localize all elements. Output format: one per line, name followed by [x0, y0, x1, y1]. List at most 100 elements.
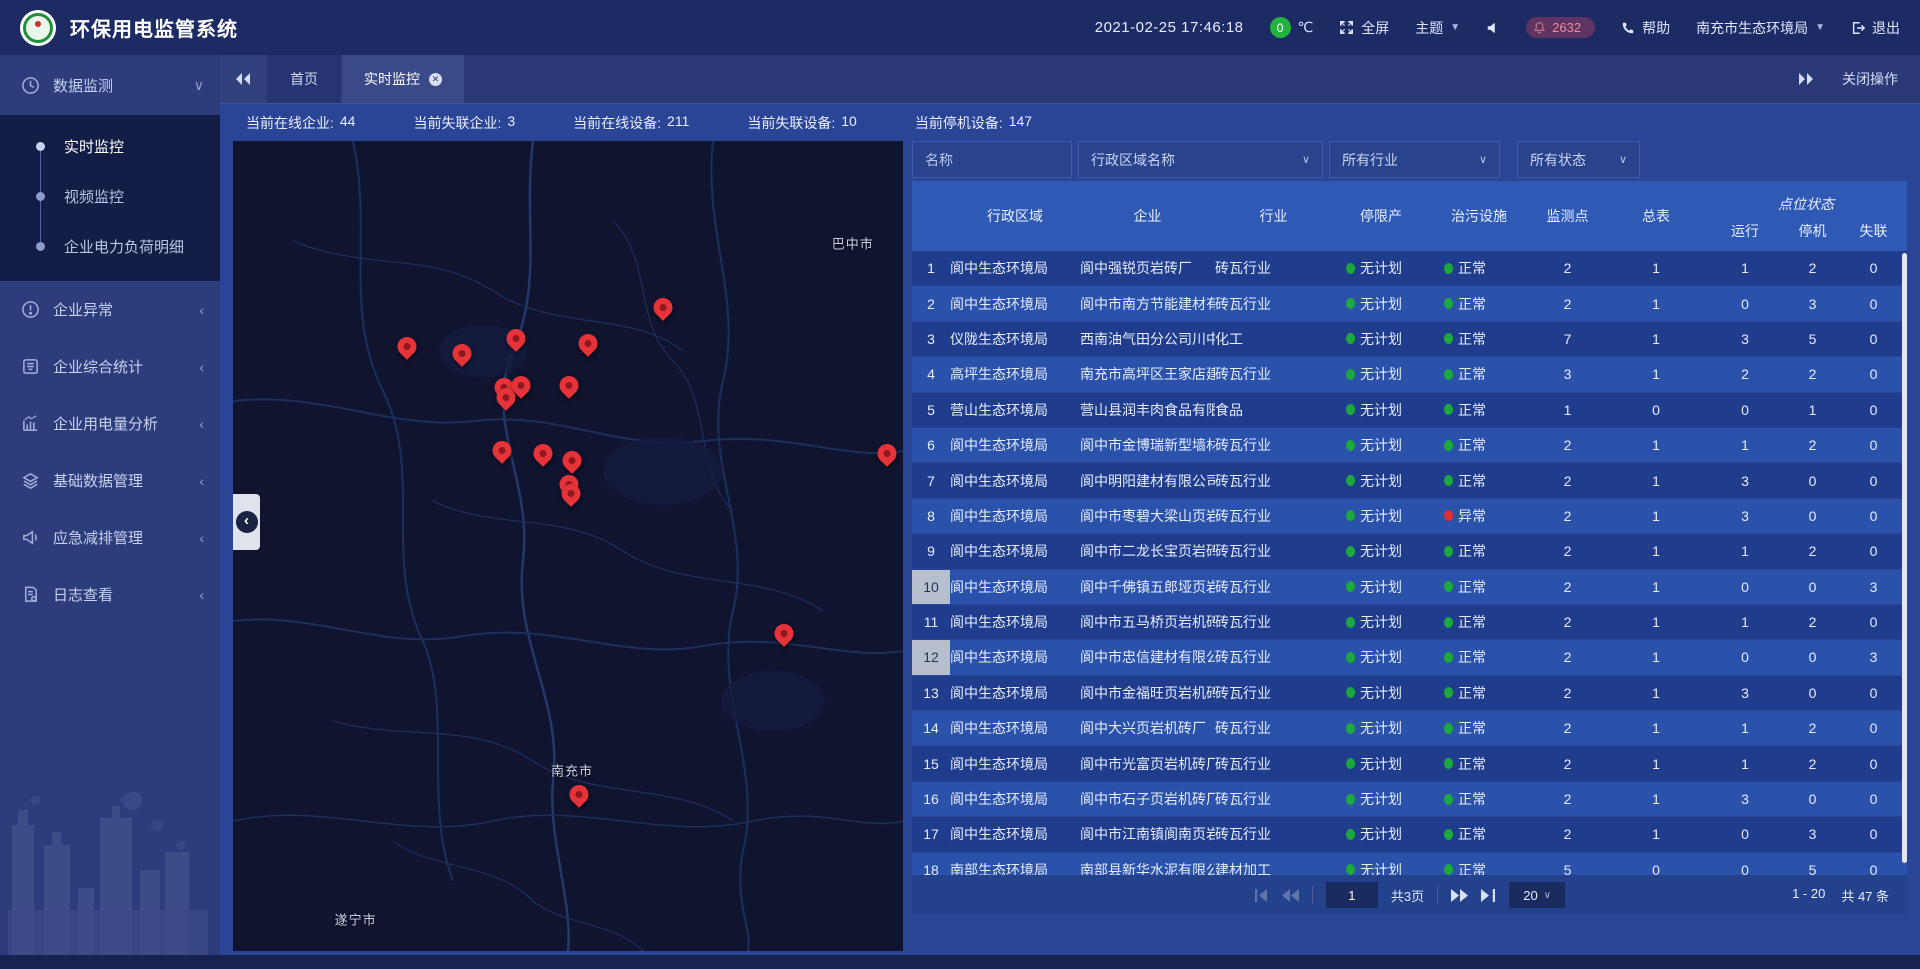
- cell-offline: 0: [1840, 260, 1907, 276]
- sound-button[interactable]: [1486, 21, 1500, 35]
- table-row[interactable]: 15阆中生态环境局阆中市光富页岩机砖厂砖瓦行业无计划正常21120: [912, 746, 1907, 781]
- status-green-dot: [1346, 794, 1355, 805]
- table-row[interactable]: 9阆中生态环境局阆中市二龙长宝页岩砖砖瓦行业无计划正常21120: [912, 534, 1907, 569]
- last-page-button[interactable]: [1481, 889, 1496, 902]
- status-green-dot: [1346, 652, 1355, 663]
- table-header: 行政区域 企业 行业 停限产 治污设施 监测点 总表 点位状态 运行 停机 失联: [912, 181, 1907, 251]
- double-chevron-right-icon[interactable]: [1798, 72, 1814, 86]
- exit-icon: [1851, 21, 1865, 35]
- logout-button[interactable]: 退出: [1851, 18, 1900, 38]
- close-operations-button[interactable]: 关闭操作: [1842, 69, 1898, 89]
- cell-run: 0: [1705, 862, 1785, 875]
- status-green-dot: [1346, 404, 1355, 415]
- cell-facility-status: 正常: [1430, 541, 1528, 561]
- cell-company: 阆中大兴页岩机砖厂: [1080, 718, 1215, 738]
- table-row[interactable]: 10阆中生态环境局阆中千佛镇五郎垭页岩砖瓦行业无计划正常21003: [912, 570, 1907, 605]
- table-row[interactable]: 5营山生态环境局营山县润丰肉食品有限食品无计划正常10010: [912, 393, 1907, 428]
- megaphone-icon: [21, 528, 40, 547]
- stat-value: 44: [340, 113, 356, 133]
- cell-meters: 1: [1607, 543, 1705, 559]
- table-row[interactable]: 6阆中生态环境局阆中市金博瑞新型墙材砖瓦行业无计划正常21120: [912, 428, 1907, 463]
- cell-index: 15: [912, 746, 950, 780]
- sidebar-subitem-企业电力负荷明细[interactable]: 企业电力负荷明细: [0, 221, 220, 271]
- cell-index: 11: [912, 605, 950, 639]
- app-logo-icon: [20, 10, 56, 46]
- sidebar-item-企业用电量分析[interactable]: 企业用电量分析‹: [0, 395, 220, 452]
- table-row[interactable]: 12阆中生态环境局阆中市忠信建材有限公砖瓦行业无计划正常21003: [912, 640, 1907, 675]
- tab-首页[interactable]: 首页: [268, 55, 340, 103]
- map[interactable]: ‹ 巴中市南充市遂宁市: [233, 141, 903, 951]
- cell-facility-status: 正常: [1430, 647, 1528, 667]
- fullscreen-button[interactable]: 全屏: [1339, 18, 1389, 38]
- sidebar-item-基础数据管理[interactable]: 基础数据管理‹: [0, 452, 220, 509]
- cell-district: 营山生态环境局: [950, 400, 1080, 420]
- table-row[interactable]: 7阆中生态环境局阆中明阳建材有限公司砖瓦行业无计划正常21300: [912, 463, 1907, 498]
- status-green-dot: [1346, 333, 1355, 344]
- stat-item: 当前停机设备:147: [915, 113, 1032, 133]
- table-row[interactable]: 13阆中生态环境局阆中市金福旺页岩机砖砖瓦行业无计划正常21300: [912, 676, 1907, 711]
- cell-run: 3: [1705, 791, 1785, 807]
- sidebar-item-企业异常[interactable]: 企业异常‹: [0, 281, 220, 338]
- notification-badge[interactable]: 2632: [1526, 17, 1595, 38]
- cell-production-status: 无计划: [1332, 435, 1430, 455]
- temperature-badge: 0: [1270, 17, 1291, 38]
- table-row[interactable]: 4高坪生态环境局南充市高坪区王家店建砖瓦行业无计划正常31220: [912, 357, 1907, 392]
- chevron-down-icon: ▼: [1815, 22, 1825, 33]
- next-page-button[interactable]: [1451, 889, 1468, 902]
- cell-district: 阆中生态环境局: [950, 506, 1080, 526]
- sidebar-item-应急减排管理[interactable]: 应急减排管理‹: [0, 509, 220, 566]
- cell-industry: 砖瓦行业: [1215, 824, 1332, 844]
- cell-points: 7: [1528, 331, 1607, 347]
- tab-bar: 首页 实时监控 ✕ 关闭操作: [220, 55, 1920, 104]
- table-row[interactable]: 8阆中生态环境局阆中市枣碧大梁山页岩砖瓦行业无计划异常21300: [912, 499, 1907, 534]
- pagination-bar: 共3页 20 ∨ 1 - 20: [912, 875, 1907, 915]
- first-page-button[interactable]: [1254, 889, 1269, 902]
- map-collapse-button[interactable]: ‹: [233, 494, 260, 550]
- cell-district: 阆中生态环境局: [950, 435, 1080, 455]
- region-select[interactable]: 行政区域名称 ∨: [1078, 141, 1323, 178]
- sidebar-submenu: 实时监控视频监控企业电力负荷明细: [0, 115, 220, 281]
- cell-meters: 1: [1607, 508, 1705, 524]
- cell-index: 13: [912, 676, 950, 710]
- theme-dropdown[interactable]: 主题 ▼: [1415, 18, 1460, 38]
- cell-industry: 砖瓦行业: [1215, 647, 1332, 667]
- page-size-select[interactable]: 20 ∨: [1509, 882, 1565, 908]
- table-row[interactable]: 11阆中生态环境局阆中市五马桥页岩机砖砖瓦行业无计划正常21120: [912, 605, 1907, 640]
- cell-industry: 砖瓦行业: [1215, 506, 1332, 526]
- sidebar-subitem-实时监控[interactable]: 实时监控: [0, 121, 220, 171]
- table-row[interactable]: 18南部生态环境局南部县新华水泥有限公建材加工无计划正常50050: [912, 853, 1907, 875]
- industry-select[interactable]: 所有行业 ∨: [1329, 141, 1500, 178]
- cell-points: 2: [1528, 649, 1607, 665]
- tabs-scroll-left-button[interactable]: [220, 55, 266, 103]
- cell-run: 3: [1705, 331, 1785, 347]
- cell-run: 1: [1705, 437, 1785, 453]
- sidebar-item-数据监测[interactable]: 数据监测∨: [0, 55, 220, 115]
- table-row[interactable]: 2阆中生态环境局阆中市南方节能建材有砖瓦行业无计划正常21030: [912, 286, 1907, 321]
- cell-industry: 砖瓦行业: [1215, 577, 1332, 597]
- help-button[interactable]: 帮助: [1621, 18, 1670, 38]
- col-group-point-status: 点位状态: [1705, 181, 1907, 216]
- cell-production-status: 无计划: [1332, 364, 1430, 384]
- sidebar-item-日志查看[interactable]: 日志查看‹: [0, 566, 220, 623]
- tab-label: 实时监控: [364, 69, 420, 89]
- table-row[interactable]: 16阆中生态环境局阆中市石子页岩机砖厂砖瓦行业无计划正常21300: [912, 782, 1907, 817]
- organization-dropdown[interactable]: 南充市生态环境局 ▼: [1696, 18, 1825, 38]
- table-row[interactable]: 1阆中生态环境局阆中强锐页岩砖厂砖瓦行业无计划正常21120: [912, 251, 1907, 286]
- sidebar-item-企业综合统计[interactable]: 企业综合统计‹: [0, 338, 220, 395]
- cell-facility-status: 正常: [1430, 789, 1528, 809]
- page-number-input[interactable]: [1326, 882, 1378, 908]
- cell-meters: 1: [1607, 826, 1705, 842]
- tab-实时监控[interactable]: 实时监控 ✕: [342, 55, 464, 103]
- status-select[interactable]: 所有状态 ∨: [1517, 141, 1640, 178]
- name-search-input[interactable]: [912, 141, 1072, 178]
- cell-production-status: 无计划: [1332, 789, 1430, 809]
- table-row[interactable]: 3仪陇生态环境局西南油气田分公司川中化工无计划正常71350: [912, 322, 1907, 357]
- sidebar-subitem-视频监控[interactable]: 视频监控: [0, 171, 220, 221]
- table-row[interactable]: 17阆中生态环境局阆中市江南镇阆南页岩砖瓦行业无计划正常21030: [912, 817, 1907, 852]
- cell-offline: 0: [1840, 366, 1907, 382]
- close-icon[interactable]: ✕: [429, 73, 442, 86]
- prev-page-button[interactable]: [1282, 889, 1299, 902]
- table-scrollbar[interactable]: [1902, 253, 1907, 863]
- table-row[interactable]: 14阆中生态环境局阆中大兴页岩机砖厂砖瓦行业无计划正常21120: [912, 711, 1907, 746]
- status-green-dot: [1444, 723, 1453, 734]
